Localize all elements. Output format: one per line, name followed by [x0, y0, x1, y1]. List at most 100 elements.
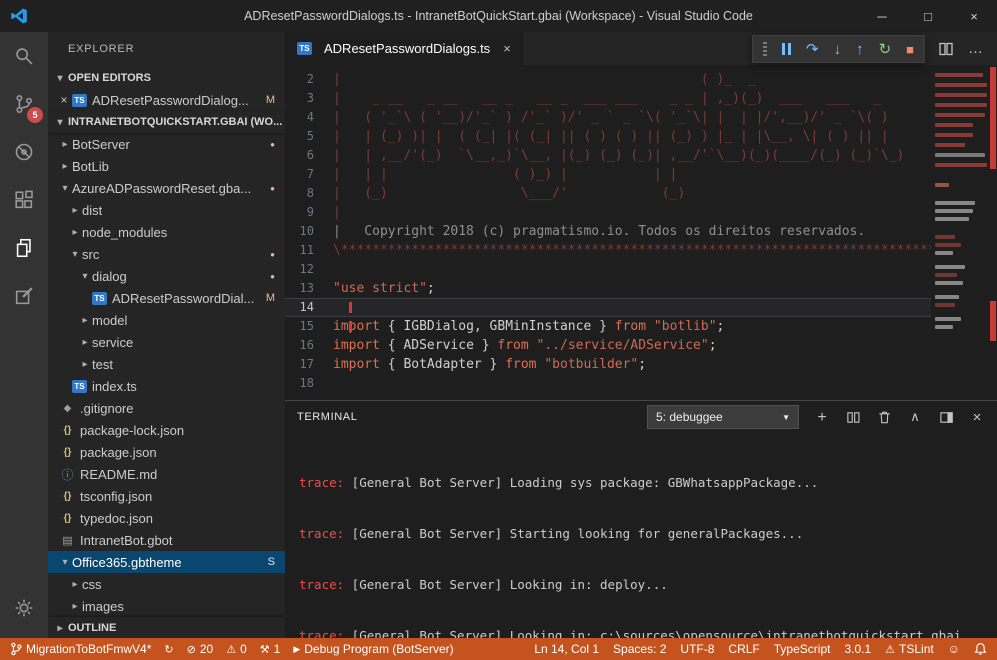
open-editor-item[interactable]: × TS ADResetPasswordDialog... M: [48, 89, 285, 111]
terminal-line: trace: [General Bot Server] Looking in: …: [299, 576, 987, 593]
tree-item-botlib[interactable]: ▸ BotLib: [48, 155, 285, 177]
tree-item-azureadpasswordreset[interactable]: ▾ AzureADPasswordReset.gba... ●: [48, 177, 285, 199]
gear-icon[interactable]: [0, 584, 48, 632]
debug-icon[interactable]: [0, 128, 48, 176]
warnings-indicator[interactable]: ⚠ 0: [226, 642, 247, 656]
close-panel-icon[interactable]: ×: [969, 409, 985, 425]
tree-item-service[interactable]: ▸ service: [48, 331, 285, 353]
debug-session-indicator[interactable]: ▶ Debug Program (BotServer): [293, 642, 453, 656]
code-text: | |: [333, 203, 943, 222]
drag-handle-icon[interactable]: [763, 42, 767, 56]
encoding-setting[interactable]: UTF-8: [680, 642, 714, 656]
close-button[interactable]: ×: [951, 0, 997, 32]
tree-item-images[interactable]: ▸ images: [48, 595, 285, 617]
sync-button[interactable]: ↻: [164, 643, 173, 656]
tab-adresetpassworddialogs[interactable]: TS ADResetPasswordDialogs.ts ×: [285, 32, 523, 65]
panel-layout-icon[interactable]: [938, 409, 954, 425]
code-text: | (_) \___/' (_) |: [333, 184, 943, 203]
tree-item-src[interactable]: ▾ src ●: [48, 243, 285, 265]
error-count: 20: [200, 642, 213, 656]
workspace-name: INTRANETBOTQUICKSTART.GBAI (WO...: [68, 116, 282, 128]
language-mode[interactable]: TypeScript: [774, 642, 831, 656]
split-terminal-icon[interactable]: [845, 409, 861, 425]
compose-icon[interactable]: [0, 272, 48, 320]
terminal-tab[interactable]: TERMINAL: [297, 411, 357, 423]
close-tab-icon[interactable]: ×: [503, 41, 511, 56]
line-number: 7: [285, 165, 333, 184]
modified-dot: ●: [270, 272, 275, 281]
terminal-selector[interactable]: 5: debuggee ▼: [647, 405, 799, 429]
code-text: | ( )_ _ |: [333, 70, 943, 89]
tree-item-node-modules[interactable]: ▸ node_modules: [48, 221, 285, 243]
tree-item-label: IntranetBot.gbot: [80, 533, 173, 548]
tree-item-css[interactable]: ▸ css: [48, 573, 285, 595]
minimap[interactable]: [931, 65, 989, 400]
files-icon[interactable]: [0, 224, 48, 272]
code-text: | ( '_`\ ( '__)/'_` ) /'_` )/' _ ` _ `\(…: [333, 108, 936, 127]
keyword-token: import: [333, 319, 388, 334]
pause-button[interactable]: [782, 43, 791, 55]
code-editor[interactable]: 2| ( )_ _ | 3| _ __ _ __ __ _ __ _ ___ _…: [285, 65, 997, 400]
tree-item-botserver[interactable]: ▸ BotServer ●: [48, 133, 285, 155]
cursor-position[interactable]: Ln 14, Col 1: [534, 642, 599, 656]
workspace-header[interactable]: ▾ INTRANETBOTQUICKSTART.GBAI (WO...: [48, 111, 285, 133]
log-text: [General Bot Server] Starting looking fo…: [344, 526, 803, 541]
tree-item-tsconfig[interactable]: {} tsconfig.json: [48, 485, 285, 507]
tslint-label: TSLint: [899, 642, 934, 656]
tasks-indicator[interactable]: ⚒ 1: [260, 642, 281, 656]
tslint-status[interactable]: ⚠ TSLint: [885, 642, 934, 656]
outline-header[interactable]: ▸ OUTLINE: [48, 617, 285, 638]
tree-item-gitignore[interactable]: ◆ .gitignore: [48, 397, 285, 419]
indentation-setting[interactable]: Spaces: 2: [613, 642, 666, 656]
modified-dot: ●: [270, 184, 275, 193]
more-actions-icon[interactable]: …: [968, 44, 983, 54]
terminal-panel: TERMINAL 5: debuggee ▼ + ∧ ×: [285, 400, 997, 638]
tree-item-readme[interactable]: ⓘ README.md: [48, 463, 285, 485]
step-into-button[interactable]: ↓: [834, 42, 842, 57]
restart-button[interactable]: ↻: [879, 42, 892, 57]
stop-button[interactable]: ■: [906, 43, 914, 56]
open-editors-header[interactable]: ▾ OPEN EDITORS: [48, 67, 285, 89]
branch-icon: [10, 642, 22, 656]
feedback-smiley-icon[interactable]: ☺: [948, 642, 960, 656]
tree-item-dist[interactable]: ▸ dist: [48, 199, 285, 221]
terminal-output[interactable]: trace: [General Bot Server] Loading sys …: [285, 433, 997, 638]
close-icon[interactable]: ×: [56, 93, 72, 107]
tree-item-index-ts[interactable]: TS index.ts: [48, 375, 285, 397]
git-branch-indicator[interactable]: MigrationToBotFmwV4*: [10, 642, 151, 656]
source-control-icon[interactable]: 5: [0, 80, 48, 128]
tree-item-office365-gbtheme[interactable]: ▾ Office365.gbtheme S: [48, 551, 285, 573]
eol-setting[interactable]: CRLF: [728, 642, 759, 656]
chevron-right-icon: ▸: [52, 623, 68, 634]
tree-item-intranetbot-gbot[interactable]: ▤ IntranetBot.gbot: [48, 529, 285, 551]
tree-item-dialog[interactable]: ▾ dialog ●: [48, 265, 285, 287]
line-number: 10: [285, 222, 333, 241]
tree-item-test[interactable]: ▸ test: [48, 353, 285, 375]
line-number: 5: [285, 127, 333, 146]
json-icon: {}: [60, 491, 75, 502]
tree-item-package-lock-json[interactable]: {} package-lock.json: [48, 419, 285, 441]
tree-item-model[interactable]: ▸ model: [48, 309, 285, 331]
tree-item-package-json[interactable]: {} package.json: [48, 441, 285, 463]
typescript-version[interactable]: 3.0.1: [844, 642, 871, 656]
minimize-button[interactable]: ─: [859, 0, 905, 32]
terminal-selector-value: 5: debuggee: [656, 410, 723, 424]
line-number: 16: [285, 336, 333, 355]
new-terminal-icon[interactable]: +: [814, 409, 830, 425]
step-over-button[interactable]: ↷: [806, 42, 819, 57]
code-text: import { ADService } from "../service/AD…: [333, 336, 717, 355]
tree-item-typedoc[interactable]: {} typedoc.json: [48, 507, 285, 529]
extensions-icon[interactable]: [0, 176, 48, 224]
errors-indicator[interactable]: ⊘ 20: [187, 642, 214, 656]
step-out-button[interactable]: ↑: [856, 42, 864, 57]
split-editor-icon[interactable]: [938, 41, 954, 57]
kill-terminal-icon[interactable]: [876, 409, 892, 425]
editor-column: TS ADResetPasswordDialogs.ts × … ↷ ↓ ↑ ↻…: [285, 32, 997, 638]
notifications-bell-icon[interactable]: [974, 642, 987, 656]
maximize-button[interactable]: □: [905, 0, 951, 32]
chevron-right-icon: ▸: [78, 315, 92, 326]
tree-item-adresetpassworddialogs[interactable]: TS ADResetPasswordDial... M: [48, 287, 285, 309]
overview-ruler[interactable]: [989, 65, 997, 400]
maximize-panel-icon[interactable]: ∧: [907, 409, 923, 425]
search-icon[interactable]: [0, 32, 48, 80]
